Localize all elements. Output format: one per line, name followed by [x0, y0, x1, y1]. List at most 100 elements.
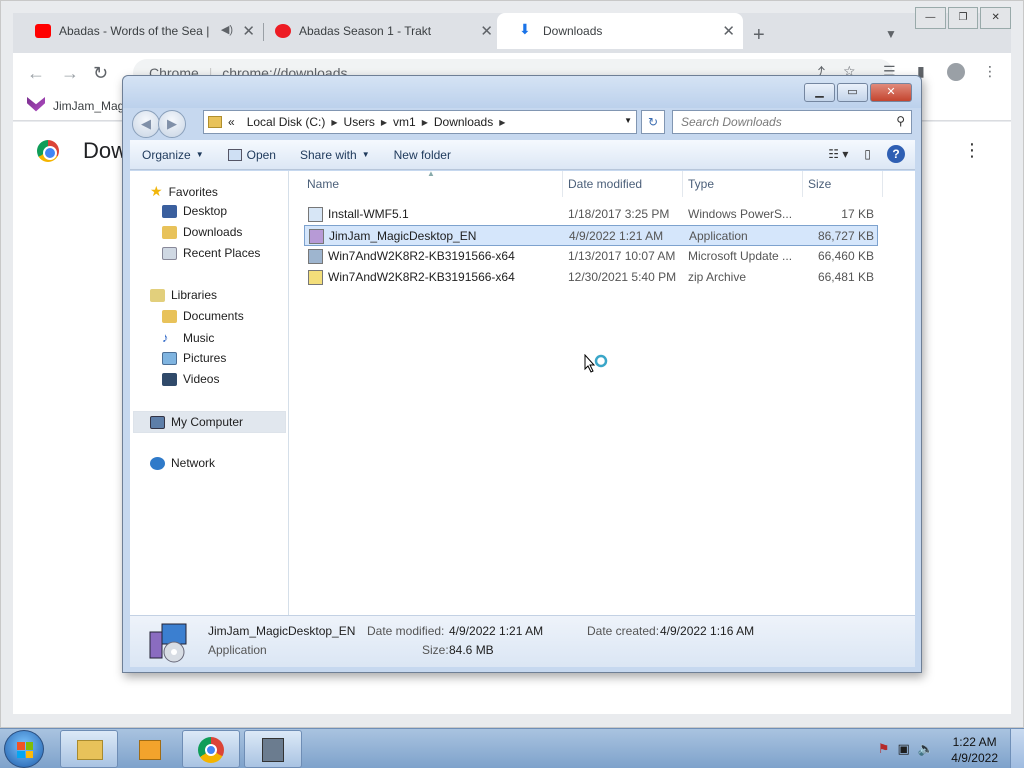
column-divider[interactable]: [882, 171, 883, 197]
breadcrumb-item[interactable]: Downloads: [434, 115, 493, 129]
minimize-button[interactable]: —: [915, 7, 946, 29]
taskbar-installer-button[interactable]: [244, 730, 302, 768]
more-menu-icon[interactable]: ⋮: [963, 140, 981, 161]
nav-label: Favorites: [168, 184, 218, 199]
nav-favorites[interactable]: ★ Favorites: [150, 183, 218, 200]
chrome-logo-icon: [37, 140, 59, 162]
reload-icon[interactable]: ↻: [93, 63, 108, 84]
bookmark-label: JimJam_Magic: [53, 99, 134, 113]
organize-button[interactable]: Organize ▼: [130, 148, 216, 162]
profile-avatar[interactable]: [947, 63, 965, 81]
file-name: Install-WMF5.1: [328, 207, 409, 221]
column-header-date[interactable]: Date modified: [568, 177, 642, 191]
tab-close-button[interactable]: ✕: [722, 22, 735, 40]
taskbar-media-player-button[interactable]: [122, 730, 180, 768]
show-desktop-button[interactable]: [1010, 729, 1024, 768]
table-row[interactable]: Win7AndW2K8R2-KB3191566-x64 12/30/2021 5…: [304, 267, 878, 288]
column-divider[interactable]: [562, 171, 563, 197]
back-arrow-icon[interactable]: ←: [27, 63, 45, 84]
network-icon: [150, 456, 165, 470]
nav-network[interactable]: Network: [150, 456, 215, 470]
start-button[interactable]: [4, 730, 44, 768]
tab-youtube[interactable]: Abadas - Words of the Sea | ◀) ✕: [13, 13, 263, 49]
search-input[interactable]: Search Downloads ⚲: [672, 110, 912, 134]
chevron-right-icon[interactable]: ▶: [331, 118, 337, 127]
column-header-type[interactable]: Type: [688, 177, 714, 191]
bookmark-item[interactable]: JimJam_Magic: [27, 97, 133, 115]
nav-my-computer[interactable]: My Computer: [133, 411, 286, 433]
chevron-right-icon[interactable]: ▶: [381, 118, 387, 127]
column-header-size[interactable]: Size: [808, 177, 831, 191]
title-bar[interactable]: ▁ ▭ ✕: [123, 76, 921, 108]
minimize-button[interactable]: ▁: [804, 83, 835, 102]
column-divider[interactable]: [682, 171, 683, 197]
table-row[interactable]: Win7AndW2K8R2-KB3191566-x64 1/13/2017 10…: [304, 246, 878, 267]
forward-arrow-icon[interactable]: →: [61, 63, 79, 84]
help-icon[interactable]: ?: [887, 145, 905, 163]
breadcrumb-item[interactable]: Users: [344, 115, 375, 129]
nav-desktop[interactable]: Desktop: [162, 204, 227, 218]
tab-label: Abadas Season 1 - Trakt: [299, 24, 432, 38]
preview-pane-icon[interactable]: ▯: [864, 147, 871, 161]
volume-icon[interactable]: 🔈: [918, 741, 934, 757]
tab-downloads[interactable]: ⬇ Downloads ✕: [497, 13, 743, 49]
file-type: Microsoft Update ...: [688, 249, 793, 263]
tab-search-chevron-icon[interactable]: ▼: [885, 27, 897, 41]
breadcrumb-overflow[interactable]: «: [228, 115, 235, 129]
new-folder-label: New folder: [393, 147, 451, 162]
clock[interactable]: 1:22 AM 4/9/2022: [951, 734, 998, 766]
chevron-down-icon: ▼: [195, 150, 204, 159]
file-size: 66,481 KB: [817, 270, 874, 284]
chevron-right-icon[interactable]: ▶: [499, 118, 505, 127]
page-title: Dow: [83, 138, 128, 163]
nav-libraries[interactable]: Libraries: [150, 288, 217, 302]
view-options-icon[interactable]: ☷ ▾: [828, 147, 848, 161]
column-divider[interactable]: [802, 171, 803, 197]
more-menu-icon[interactable]: ⋮: [983, 63, 997, 80]
search-icon[interactable]: ⚲: [896, 114, 905, 128]
pictures-icon: [162, 351, 177, 365]
open-label: Open: [246, 147, 276, 162]
network-status-icon[interactable]: ▣: [898, 741, 910, 757]
new-folder-button[interactable]: New folder: [382, 148, 463, 162]
restore-button[interactable]: ❐: [947, 7, 979, 29]
taskbar-explorer-button[interactable]: [60, 730, 118, 768]
nav-downloads[interactable]: Downloads: [162, 225, 242, 239]
nav-label: My Computer: [171, 415, 244, 429]
table-row[interactable]: Install-WMF5.1 1/18/2017 3:25 PM Windows…: [304, 204, 878, 225]
nav-label: Desktop: [183, 204, 228, 218]
nav-music[interactable]: ♪ Music: [162, 330, 214, 345]
breadcrumb-item[interactable]: vm1: [393, 115, 416, 129]
nav-pictures[interactable]: Pictures: [162, 351, 226, 365]
close-button[interactable]: ✕: [980, 7, 1012, 29]
chevron-right-icon[interactable]: ▶: [422, 118, 428, 127]
maximize-button[interactable]: ▭: [837, 83, 868, 102]
refresh-icon[interactable]: ↻: [641, 110, 665, 134]
column-header-name[interactable]: Name: [307, 177, 339, 191]
address-bar[interactable]: « Local Disk (C:) ▶ Users ▶ vm1 ▶ Downlo…: [203, 110, 637, 134]
open-button[interactable]: Open: [216, 148, 288, 162]
tab-close-button[interactable]: ✕: [480, 22, 493, 40]
close-button[interactable]: ✕: [870, 83, 912, 102]
new-tab-button[interactable]: +: [753, 24, 765, 47]
browser-window-controls: — ❐ ✕: [915, 1, 1012, 29]
share-with-button[interactable]: Share with ▼: [288, 148, 382, 162]
chevron-down-icon[interactable]: ▼: [624, 116, 632, 125]
music-icon: ♪: [162, 330, 169, 345]
address-row: ◀ ▶ « Local Disk (C:) ▶ Users ▶ vm1 ▶ Do…: [123, 108, 921, 140]
tab-trakt[interactable]: Abadas Season 1 - Trakt ✕: [253, 13, 501, 49]
nav-documents[interactable]: Documents: [162, 309, 244, 323]
taskbar-chrome-button[interactable]: [182, 730, 240, 768]
breadcrumb-item[interactable]: Local Disk (C:): [247, 115, 326, 129]
nav-videos[interactable]: Videos: [162, 372, 219, 386]
forward-arrow-icon[interactable]: ▶: [158, 110, 186, 138]
table-row-selected[interactable]: JimJam_MagicDesktop_EN 4/9/2022 1:21 AM …: [304, 225, 878, 246]
action-center-flag-icon[interactable]: ⚑: [878, 741, 890, 757]
details-file-name: JimJam_MagicDesktop_EN: [208, 624, 356, 638]
file-list: Name ▲ Date modified Type Size Install-W…: [289, 169, 915, 615]
speaker-icon[interactable]: ◀): [221, 23, 233, 36]
details-modified-value: 4/9/2022 1:21 AM: [449, 624, 544, 638]
nav-label: Videos: [183, 372, 220, 386]
back-arrow-icon[interactable]: ◀: [132, 110, 160, 138]
nav-recent-places[interactable]: Recent Places: [162, 246, 260, 260]
